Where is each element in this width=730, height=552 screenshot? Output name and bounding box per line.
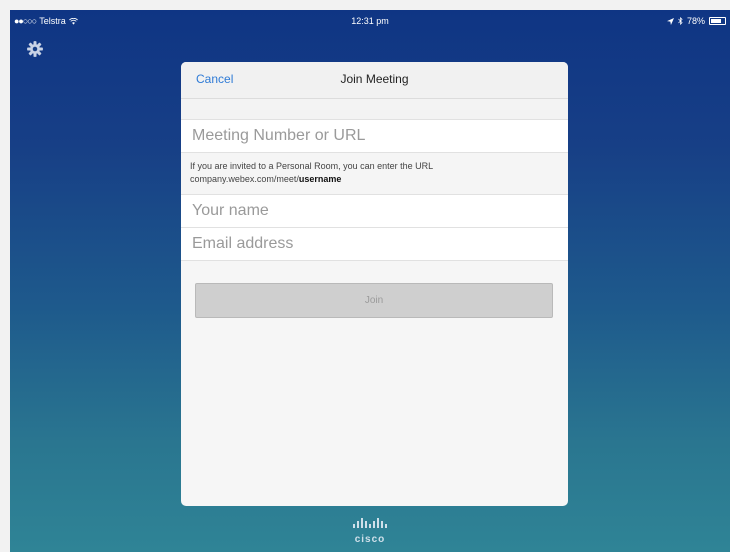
hint-url-prefix: company.webex.com/meet/	[190, 174, 299, 184]
personal-room-hint: If you are invited to a Personal Room, y…	[181, 153, 568, 195]
ipad-screen: ●●○○○ Telstra 12:31 pm 78% Cancel Join M…	[10, 10, 730, 552]
name-field-row	[181, 195, 568, 228]
battery-icon	[709, 17, 726, 25]
join-button[interactable]: Join	[195, 283, 553, 318]
meeting-number-input[interactable]	[190, 126, 554, 146]
battery-level-fill	[711, 19, 722, 23]
meeting-number-field-row	[181, 120, 568, 153]
section-spacer	[181, 99, 568, 120]
your-name-input[interactable]	[190, 201, 554, 221]
bluetooth-icon	[678, 17, 683, 25]
status-bar: ●●○○○ Telstra 12:31 pm 78%	[10, 10, 730, 30]
status-time: 12:31 pm	[351, 16, 389, 26]
cisco-logo-icon	[353, 518, 387, 528]
hint-url-username: username	[298, 174, 342, 184]
dialog-title: Join Meeting	[340, 72, 409, 86]
cisco-logo: cisco	[10, 515, 730, 545]
hint-url: company.webex.com/meet/username	[190, 173, 559, 186]
cisco-logo-text: cisco	[354, 534, 386, 545]
email-address-input[interactable]	[190, 234, 554, 254]
join-meeting-dialog: Cancel Join Meeting If you are invited t…	[181, 62, 568, 506]
status-right: 78%	[666, 16, 726, 26]
location-arrow-icon	[666, 17, 674, 25]
email-field-row	[181, 228, 568, 261]
dialog-nav-bar: Cancel Join Meeting	[181, 62, 568, 99]
battery-percent: 78%	[686, 16, 705, 26]
gear-icon[interactable]	[26, 40, 44, 58]
hint-text: If you are invited to a Personal Room, y…	[190, 161, 434, 171]
